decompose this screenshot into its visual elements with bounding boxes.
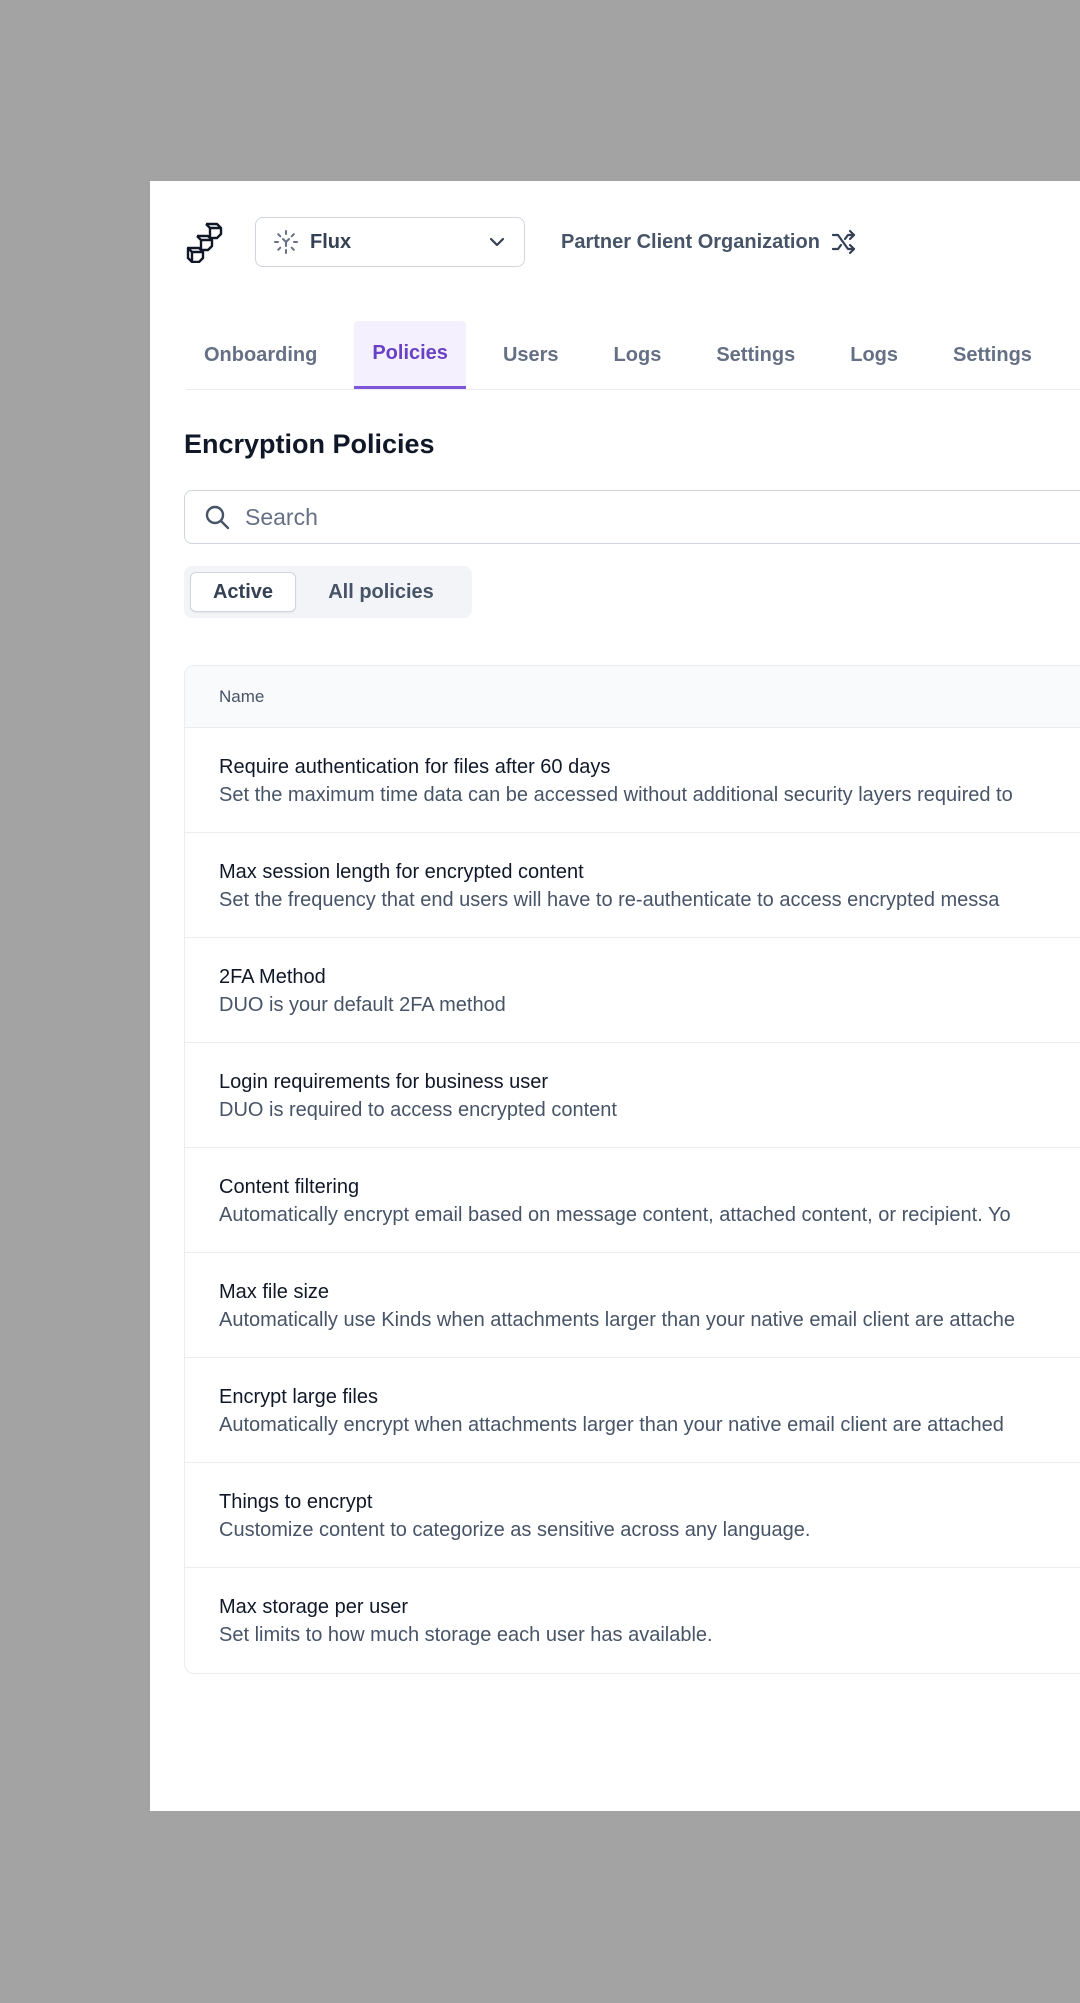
organization-select[interactable]: Flux bbox=[255, 217, 525, 267]
tab-settings-2[interactable]: Settings bbox=[935, 321, 1050, 389]
policy-description: DUO is your default 2FA method bbox=[219, 994, 506, 1016]
shuffle-icon[interactable] bbox=[830, 228, 858, 256]
tab-logs-2[interactable]: Logs bbox=[832, 321, 916, 389]
partner-organization-name: Partner Client Organization bbox=[561, 230, 820, 253]
table-row[interactable]: Content filtering Automatically encrypt … bbox=[185, 1148, 1080, 1253]
policy-title: Max session length for encrypted content bbox=[219, 861, 584, 883]
policy-title: Things to encrypt bbox=[219, 1491, 373, 1513]
policy-filter-toggle: Active All policies bbox=[184, 566, 472, 618]
policy-description: Set limits to how much storage each user… bbox=[219, 1624, 713, 1646]
table-row[interactable]: Login requirements for business user DUO… bbox=[185, 1043, 1080, 1148]
table-header-name[interactable]: Name bbox=[185, 666, 1080, 728]
policy-description: Automatically use Kinds when attachments… bbox=[219, 1309, 1015, 1331]
tab-logs[interactable]: Logs bbox=[596, 321, 680, 389]
filter-all-policies-button[interactable]: All policies bbox=[296, 572, 466, 612]
partner-organization[interactable]: Partner Client Organization bbox=[561, 225, 858, 259]
search-input[interactable] bbox=[243, 502, 1080, 532]
policy-title: Encrypt large files bbox=[219, 1386, 378, 1408]
policies-table: Name Require authentication for files af… bbox=[184, 665, 1080, 1674]
table-row[interactable]: 2FA Method DUO is your default 2FA metho… bbox=[185, 938, 1080, 1043]
table-row[interactable]: Encrypt large files Automatically encryp… bbox=[185, 1358, 1080, 1463]
tab-settings[interactable]: Settings bbox=[698, 321, 813, 389]
policy-title: Max storage per user bbox=[219, 1596, 408, 1618]
search-box[interactable] bbox=[184, 490, 1080, 544]
policy-description: Automatically encrypt when attachments l… bbox=[219, 1414, 1004, 1436]
policy-title: 2FA Method bbox=[219, 966, 326, 988]
filter-active-button[interactable]: Active bbox=[190, 572, 296, 612]
table-row[interactable]: Require authentication for files after 6… bbox=[185, 728, 1080, 833]
page-title: Encryption Policies bbox=[184, 429, 435, 459]
chevron-down-icon bbox=[486, 231, 508, 253]
policy-description: Set the frequency that end users will ha… bbox=[219, 889, 1000, 911]
policy-description: Automatically encrypt email based on mes… bbox=[219, 1204, 1011, 1226]
tab-onboarding[interactable]: Onboarding bbox=[186, 321, 335, 389]
policy-description: Customize content to categorize as sensi… bbox=[219, 1519, 811, 1541]
search-icon bbox=[203, 503, 231, 531]
policy-description: DUO is required to access encrypted cont… bbox=[219, 1099, 617, 1121]
policy-title: Require authentication for files after 6… bbox=[219, 756, 611, 778]
main-panel: Flux Partner Client Organization Onboard… bbox=[150, 181, 1080, 1811]
policy-description: Set the maximum time data can be accesse… bbox=[219, 784, 1013, 806]
organization-name: Flux bbox=[310, 230, 352, 253]
dashed-circle-icon bbox=[272, 228, 300, 256]
tab-users[interactable]: Users bbox=[485, 321, 577, 389]
app-logo-icon[interactable] bbox=[184, 221, 224, 264]
table-row[interactable]: Things to encrypt Customize content to c… bbox=[185, 1463, 1080, 1568]
table-row[interactable]: Max storage per user Set limits to how m… bbox=[185, 1568, 1080, 1673]
policy-title: Content filtering bbox=[219, 1176, 360, 1198]
tab-policies[interactable]: Policies bbox=[354, 321, 466, 389]
table-row[interactable]: Max file size Automatically use Kinds wh… bbox=[185, 1253, 1080, 1358]
table-row[interactable]: Max session length for encrypted content… bbox=[185, 833, 1080, 938]
main-tabs: Onboarding Policies Users Logs Settings … bbox=[186, 321, 1080, 390]
policy-title: Max file size bbox=[219, 1281, 330, 1303]
policy-title: Login requirements for business user bbox=[219, 1071, 549, 1093]
